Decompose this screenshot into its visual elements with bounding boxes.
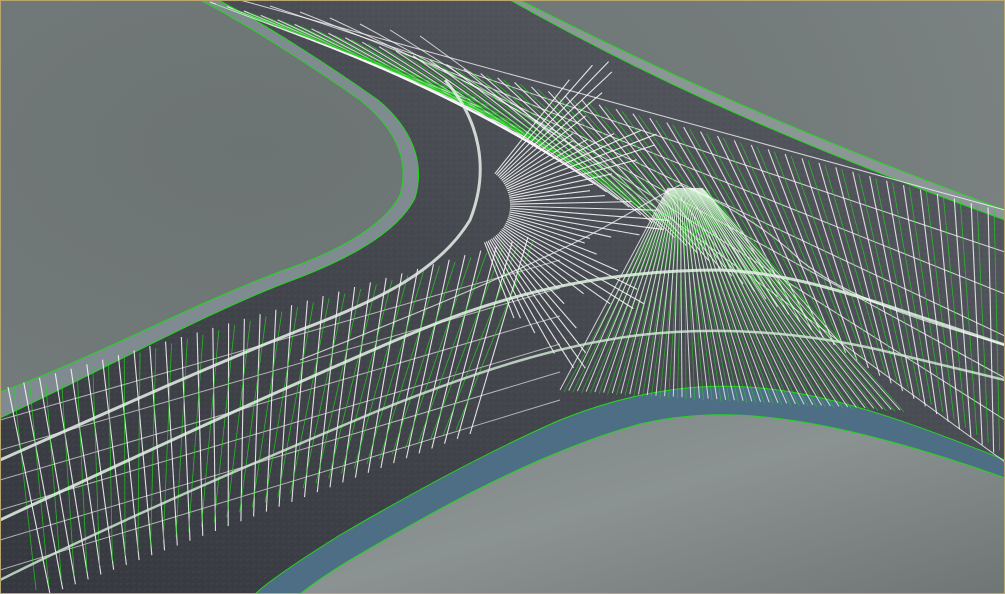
3d-viewport[interactable] bbox=[0, 0, 1005, 594]
viewport-scene[interactable] bbox=[0, 0, 1005, 594]
